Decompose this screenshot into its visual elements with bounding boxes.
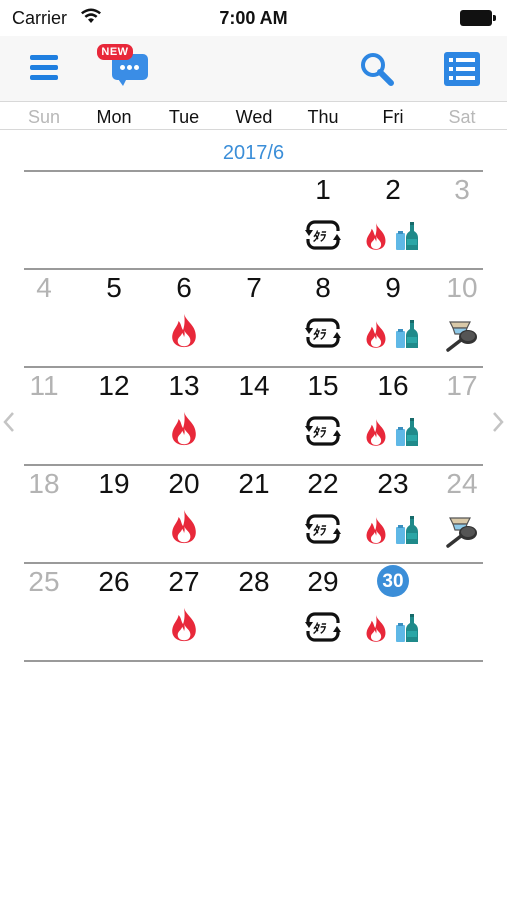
week-separator [24,170,483,172]
day-number[interactable]: 13 [149,370,219,402]
day-number[interactable]: 6 [149,272,219,304]
recyclable-trash-icon: ﾀﾗ [304,414,342,453]
svg-text:ﾀﾗ: ﾀﾗ [312,327,328,343]
weekday-sat: Sat [448,107,476,127]
previous-month-arrow[interactable] [2,410,16,434]
week-separator [24,366,483,368]
recyclable-trash-icon: ﾀﾗ [304,316,342,355]
toolbar: NEW [0,36,507,102]
svg-text:ﾀﾗ: ﾀﾗ [312,229,328,245]
day-number[interactable]: 21 [219,468,289,500]
svg-text:ﾀﾗ: ﾀﾗ [312,425,328,441]
month-title: 2017/6 [222,142,285,164]
non-burnable-trash-icon [444,316,480,357]
day-number[interactable]: 22 [288,468,358,500]
burnable-trash-icon [166,606,202,647]
burnable-trash-icon [166,312,202,353]
non-burnable-trash-icon [444,512,480,553]
day-number[interactable]: 7 [219,272,289,304]
burnable-trash-icon [363,613,389,648]
svg-text:ﾀﾗ: ﾀﾗ [312,621,328,637]
burnable-trash-icon [363,319,389,354]
day-number[interactable]: 5 [79,272,149,304]
day-number[interactable]: 26 [79,566,149,598]
burnable-trash-icon [363,221,389,256]
battery-icon [460,10,496,26]
day-number[interactable]: 11 [9,370,79,402]
day-number-today[interactable]: 30 [377,571,409,593]
day-number[interactable]: 14 [219,370,289,402]
day-number[interactable]: 23 [358,468,428,500]
svg-text:ﾀﾗ: ﾀﾗ [312,523,328,539]
search-button[interactable] [358,50,396,88]
weekday-fri: Fri [382,107,404,127]
weekday-wed: Wed [235,107,273,127]
day-number[interactable]: 20 [149,468,219,500]
bottles-cans-icon [395,613,419,648]
day-number[interactable]: 1 [288,174,358,206]
new-badge: NEW [97,44,133,60]
recyclable-trash-icon: ﾀﾗ [304,218,342,257]
clock: 7:00 AM [219,8,288,28]
day-number[interactable]: 3 [427,174,497,206]
day-number[interactable]: 10 [427,272,497,304]
search-icon [361,53,394,86]
day-number[interactable]: 19 [79,468,149,500]
day-number[interactable]: 2 [358,174,428,206]
day-number[interactable]: 16 [358,370,428,402]
day-number[interactable]: 29 [288,566,358,598]
day-number[interactable]: 9 [358,272,428,304]
day-number[interactable]: 25 [9,566,79,598]
recyclable-trash-icon: ﾀﾗ [304,512,342,551]
recyclable-trash-icon: ﾀﾗ [304,610,342,649]
day-number[interactable]: 27 [149,566,219,598]
day-number[interactable]: 8 [288,272,358,304]
weekday-mon: Mon [96,107,132,127]
bottles-cans-icon [395,515,419,550]
week-separator [24,464,483,466]
day-number[interactable]: 17 [427,370,497,402]
day-number[interactable]: 28 [219,566,289,598]
day-number[interactable]: 18 [9,468,79,500]
burnable-trash-icon [363,417,389,452]
messages-button[interactable]: NEW [96,40,152,92]
day-number[interactable]: 4 [9,272,79,304]
bottles-cans-icon [395,221,419,256]
next-month-arrow[interactable] [491,410,505,434]
day-number[interactable]: 24 [427,468,497,500]
burnable-trash-icon [363,515,389,550]
menu-button[interactable] [28,52,62,84]
bottles-cans-icon [395,319,419,354]
list-view-button[interactable] [444,52,480,86]
burnable-trash-icon [166,410,202,451]
day-number[interactable]: 15 [288,370,358,402]
bottles-cans-icon [395,417,419,452]
week-separator [24,562,483,564]
burnable-trash-icon [166,508,202,549]
weekday-header: Sun Mon Tue Wed Thu Fri Sat [0,102,507,130]
weekday-sun: Sun [27,107,61,127]
status-bar: Carrier 7:00 AM [0,0,507,36]
calendar-bottom-line [24,660,483,662]
weekday-thu: Thu [307,107,339,127]
week-separator [24,268,483,270]
weekday-tue: Tue [168,107,200,127]
hamburger-icon [30,55,58,60]
day-number[interactable]: 12 [79,370,149,402]
